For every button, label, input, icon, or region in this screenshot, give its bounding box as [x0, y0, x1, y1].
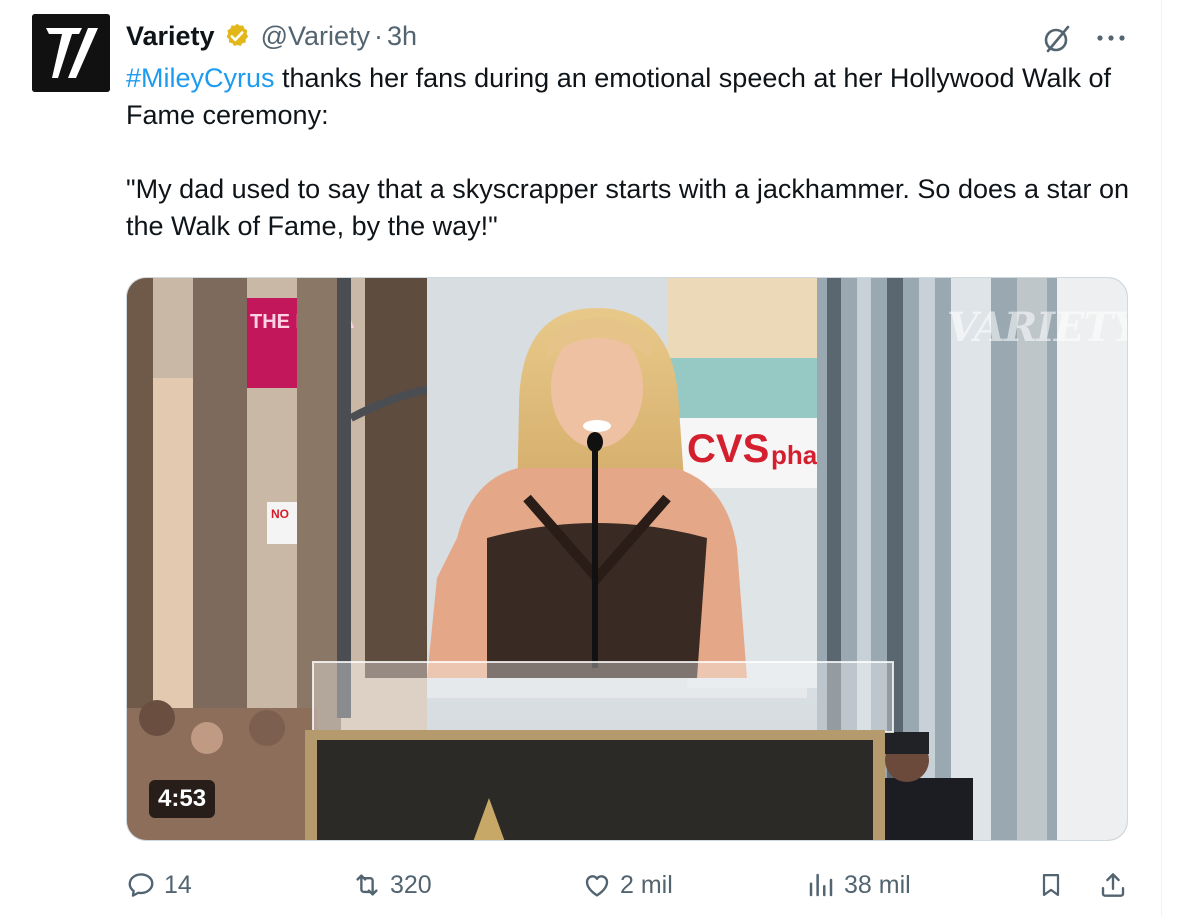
tweet-text: #MileyCyrus thanks her fans during an em…: [126, 60, 1136, 245]
tweet-quote: "My dad used to say that a skyscrapper s…: [126, 174, 1137, 241]
tweet-body: thanks her fans during an emotional spee…: [126, 63, 1119, 130]
like-icon: [585, 875, 609, 897]
repost-count: 320: [390, 870, 432, 899]
hashtag-link[interactable]: #MileyCyrus: [126, 63, 275, 93]
avatar[interactable]: [32, 14, 110, 92]
variety-watermark: VARIETY: [947, 304, 1128, 351]
timeline-divider: [1161, 0, 1162, 916]
bookmark-icon: [1042, 873, 1060, 897]
more-icon[interactable]: [1094, 24, 1128, 52]
video-frame: THE ES LA NO CVS pha: [127, 278, 1127, 840]
variety-logo: [32, 14, 110, 92]
views-button[interactable]: 38 mil: [806, 866, 911, 904]
author-handle[interactable]: @Variety: [261, 21, 370, 52]
views-count: 38 mil: [844, 870, 911, 899]
video-duration-badge: 4:53: [149, 780, 216, 818]
tweet-header: Variety @Variety · 3h: [126, 18, 417, 54]
reply-icon: [128, 873, 154, 897]
author-name[interactable]: Variety: [126, 21, 215, 52]
cvs-sign-text: CVS: [687, 427, 769, 471]
video-player[interactable]: THE ES LA NO CVS pha: [126, 277, 1128, 841]
no-sign-text: NO: [271, 507, 289, 521]
reply-count: 14: [164, 870, 192, 899]
repost-button[interactable]: 320: [352, 866, 432, 904]
grok-icon[interactable]: [1040, 22, 1074, 56]
share-icon: [1101, 873, 1125, 897]
bookmark-button[interactable]: [1034, 866, 1068, 904]
separator-dot: ·: [374, 20, 384, 51]
verified-badge-icon: [226, 23, 248, 47]
reply-button[interactable]: 14: [126, 866, 192, 904]
timestamp[interactable]: 3h: [387, 21, 417, 52]
repost-icon: [356, 874, 378, 896]
like-button[interactable]: 2 mil: [582, 866, 673, 904]
views-icon: [809, 873, 833, 897]
share-button[interactable]: [1096, 866, 1130, 904]
cvs-sign-pha: pha: [771, 440, 818, 470]
like-count: 2 mil: [620, 870, 673, 899]
